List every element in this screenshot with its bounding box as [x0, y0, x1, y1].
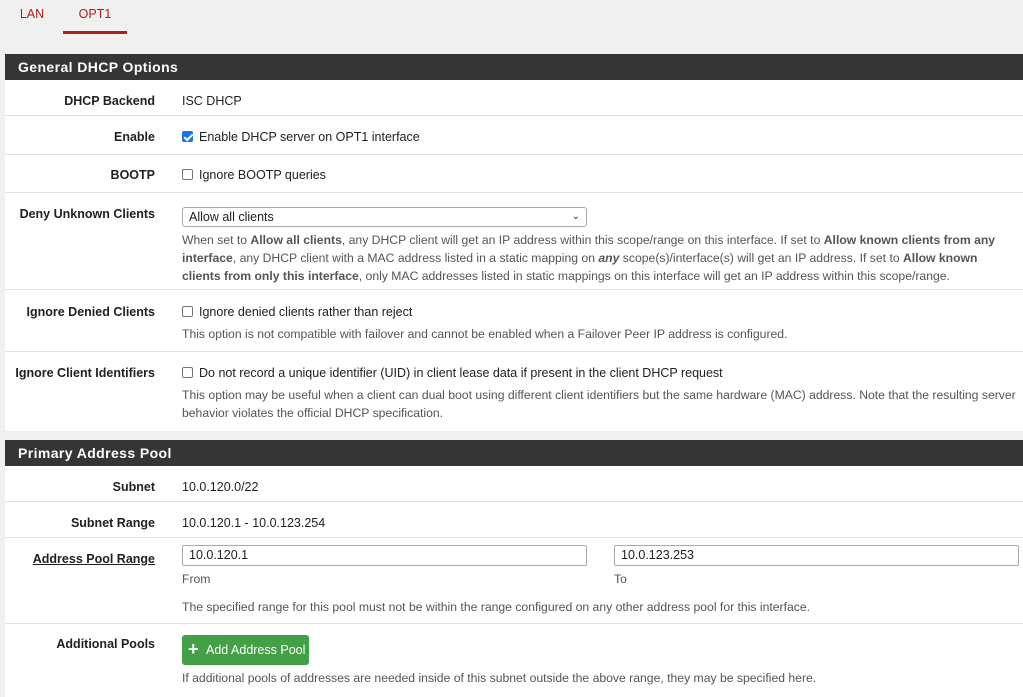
bootp-checkbox-text: Ignore BOOTP queries	[199, 168, 326, 182]
row-bootp: BOOTP Ignore BOOTP queries	[5, 155, 1023, 193]
interface-tabs: LAN OPT1	[0, 0, 1023, 34]
row-ignore-client-identifiers: Ignore Client Identifiers Do not record …	[5, 352, 1023, 431]
row-dhcp-backend: DHCP Backend ISC DHCP	[5, 80, 1023, 116]
row-ignore-denied-clients: Ignore Denied Clients Ignore denied clie…	[5, 290, 1023, 352]
checkbox-unchecked-icon[interactable]	[182, 169, 193, 180]
range-to-label: To	[614, 572, 627, 586]
add-address-pool-label: Add Address Pool	[206, 643, 306, 657]
checkbox-checked-icon[interactable]	[182, 131, 193, 142]
label-enable: Enable	[114, 130, 155, 144]
range-from-input[interactable]: 10.0.120.1	[182, 545, 587, 566]
value-subnet: 10.0.120.0/22	[182, 480, 259, 494]
label-ignore-denied-clients: Ignore Denied Clients	[26, 305, 156, 319]
ignore-denied-help: This option is not compatible with failo…	[182, 327, 788, 341]
tab-opt1[interactable]: OPT1	[63, 0, 127, 34]
label-additional-pools: Additional Pools	[56, 637, 155, 651]
add-address-pool-button[interactable]: + Add Address Pool	[182, 635, 309, 665]
value-subnet-range: 10.0.120.1 - 10.0.123.254	[182, 516, 326, 530]
ignore-client-ids-checkbox-text: Do not record a unique identifier (UID) …	[199, 366, 723, 380]
panel-title: Primary Address Pool	[5, 440, 1023, 466]
general-dhcp-options-panel: General DHCP Options DHCP Backend ISC DH…	[5, 54, 1023, 431]
label-subnet: Subnet	[112, 480, 155, 494]
panel-title: General DHCP Options	[5, 54, 1023, 80]
primary-address-pool-panel: Primary Address Pool Subnet 10.0.120.0/2…	[5, 440, 1023, 697]
select-value: Allow all clients	[189, 210, 274, 224]
value-dhcp-backend: ISC DHCP	[182, 94, 242, 108]
label-dhcp-backend: DHCP Backend	[64, 94, 155, 108]
ignore-client-ids-help: This option may be useful when a client …	[182, 388, 1016, 420]
row-address-pool-range: Address Pool Range 10.0.120.1 From 10.0.…	[5, 538, 1023, 624]
ignore-denied-checkbox[interactable]: Ignore denied clients rather than reject	[182, 305, 412, 319]
deny-unknown-help: When set to Allow all clients, any DHCP …	[182, 233, 996, 283]
deny-unknown-clients-select[interactable]: Allow all clients ⌄	[182, 207, 587, 227]
row-subnet: Subnet 10.0.120.0/22	[5, 466, 1023, 502]
row-deny-unknown-clients: Deny Unknown Clients Allow all clients ⌄…	[5, 193, 1023, 290]
enable-checkbox-text: Enable DHCP server on OPT1 interface	[199, 130, 420, 144]
label-bootp: BOOTP	[110, 168, 155, 182]
label-subnet-range: Subnet Range	[70, 516, 155, 530]
row-additional-pools: Additional Pools + Add Address Pool If ad…	[5, 624, 1023, 697]
ignore-denied-checkbox-text: Ignore denied clients rather than reject	[199, 305, 413, 319]
additional-pools-help: If additional pools of addresses are nee…	[182, 671, 817, 685]
bootp-checkbox[interactable]: Ignore BOOTP queries	[182, 168, 326, 182]
row-subnet-range: Subnet Range 10.0.120.1 - 10.0.123.254	[5, 502, 1023, 538]
range-to-input[interactable]: 10.0.123.253	[614, 545, 1019, 566]
row-enable: Enable Enable DHCP server on OPT1 interf…	[5, 116, 1023, 155]
checkbox-unchecked-icon[interactable]	[182, 306, 193, 317]
plus-icon: +	[188, 639, 199, 659]
ignore-client-ids-checkbox[interactable]: Do not record a unique identifier (UID) …	[182, 366, 723, 380]
address-pool-range-help: The specified range for this pool must n…	[182, 600, 811, 614]
range-from-label: From	[182, 572, 211, 586]
checkbox-unchecked-icon[interactable]	[182, 367, 193, 378]
enable-checkbox[interactable]: Enable DHCP server on OPT1 interface	[182, 130, 420, 144]
chevron-down-icon: ⌄	[571, 211, 580, 222]
label-address-pool-range[interactable]: Address Pool Range	[33, 552, 155, 566]
tab-lan[interactable]: LAN	[13, 0, 51, 34]
label-deny-unknown-clients: Deny Unknown Clients	[19, 207, 155, 221]
label-ignore-client-identifiers: Ignore Client Identifiers	[15, 366, 155, 380]
